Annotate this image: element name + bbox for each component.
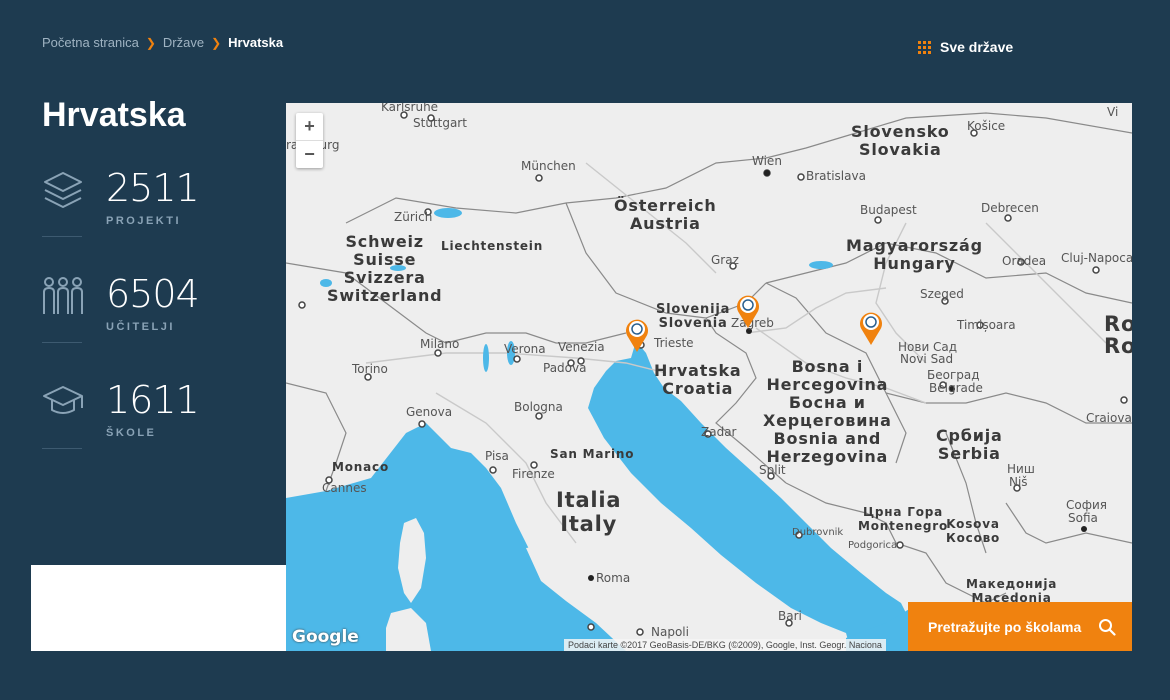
map-label-romania: Ro Ro: [1104, 312, 1132, 358]
map-city: Torino: [352, 362, 388, 376]
map-city: München: [521, 159, 576, 173]
stat-projects-value: 2511: [106, 166, 200, 210]
map-city: Szeged: [920, 287, 964, 301]
map-city: Napoli: [651, 625, 689, 639]
map-city: Roma: [596, 571, 631, 585]
breadcrumb-countries-link[interactable]: Države: [163, 35, 204, 50]
map-label-switzerland: Schweiz Suisse Svizzera Switzerland: [327, 232, 443, 305]
search-icon: [1099, 618, 1116, 636]
map-city: Bari: [778, 609, 802, 623]
stat-schools-value: 1611: [106, 378, 200, 422]
map-city: Pisa: [485, 449, 509, 463]
divider: [42, 236, 82, 237]
map-city: Cannes: [322, 481, 367, 495]
map-city: Craiova: [1086, 411, 1132, 425]
map-city: Timișoara: [957, 318, 1016, 332]
map-city: Dubrovnik: [792, 527, 844, 538]
all-countries-button[interactable]: Sve države: [918, 39, 1013, 55]
map-label-slovenia: Slovenija Slovenia: [656, 302, 731, 331]
map-label-austria: Österreich Austria: [614, 196, 717, 233]
map-city: София: [1066, 498, 1107, 512]
map-label-croatia: Hrvatska Croatia: [654, 361, 742, 398]
map-city: Ниш: [1007, 462, 1035, 476]
map-label-macedonia: Македонија Macedonia: [966, 577, 1058, 605]
map-city: Zürich: [394, 210, 433, 224]
map-city: Београд: [927, 368, 980, 382]
map-city: Wien: [752, 154, 782, 168]
map-city: Split: [759, 463, 786, 477]
map-city: Sofia: [1068, 511, 1098, 525]
all-countries-label: Sve države: [940, 39, 1014, 55]
stat-teachers-value: 6504: [106, 272, 200, 316]
map-label-hungary: Magyarország Hungary: [846, 236, 983, 273]
map-city: Milano: [420, 337, 460, 351]
stat-teachers-label: UČITELJI: [106, 321, 175, 333]
zoom-out-button[interactable]: −: [296, 140, 323, 168]
map-marker-icon[interactable]: [735, 293, 761, 329]
search-schools-label: Pretražujte po školama: [928, 618, 1082, 635]
map-label-san-marino: San Marino: [550, 447, 635, 461]
map[interactable]: Slovensko Slovakia Österreich Austria Schw…: [286, 103, 1132, 651]
map-label-bosnia: Bosna i Hercegovina Босна и Херцеговина Bosn…: [763, 357, 892, 466]
map-attribution[interactable]: Podaci karte ©2017 GeoBasis-DE/BKG (©200…: [564, 639, 886, 651]
map-city: Verona: [504, 342, 546, 356]
map-city: Debrecen: [981, 201, 1039, 215]
breadcrumb: Početna stranica ❯ Države ❯ Hrvatska: [42, 35, 283, 50]
map-city: Karlsruhe: [381, 103, 439, 114]
chevron-right-icon: ❯: [145, 35, 156, 50]
map-city: Novi Sad: [900, 352, 954, 366]
map-city: Trieste: [654, 336, 694, 350]
map-label-serbia: Србија Serbia: [936, 426, 1003, 463]
map-city: Vi: [1107, 105, 1119, 119]
map-label-slovakia: Slovensko Slovakia: [851, 122, 950, 159]
divider: [42, 448, 82, 449]
map-city: Budapest: [860, 203, 917, 217]
map-city: Belgrade: [929, 381, 983, 395]
zoom-controls: + −: [296, 113, 323, 168]
map-city: Padova: [543, 361, 587, 375]
divider: [42, 342, 82, 343]
white-panel: [31, 565, 286, 651]
map-marker-icon[interactable]: [624, 317, 650, 353]
map-city: Bologna: [514, 400, 563, 414]
map-city: Košice: [967, 119, 1006, 133]
map-label-italy: Italia Italy: [556, 488, 622, 536]
map-marker-icon[interactable]: [858, 310, 884, 346]
map-city: Oradea: [1002, 254, 1047, 268]
breadcrumb-home-link[interactable]: Početna stranica: [42, 35, 139, 50]
stat-schools-label: ŠKOLE: [106, 427, 157, 439]
layers-icon: [44, 172, 82, 208]
map-city: Stuttgart: [413, 116, 467, 130]
grid-icon: [918, 40, 931, 54]
graduation-cap-icon: [43, 386, 83, 414]
people-icon: [43, 277, 83, 314]
search-schools-button[interactable]: Pretražujte po školama: [908, 602, 1132, 651]
map-city: Zadar: [701, 425, 737, 439]
page-title: Hrvatska: [42, 96, 186, 134]
map-city: Genova: [406, 405, 453, 419]
map-city: Cluj-Napoca: [1061, 251, 1132, 265]
map-label-monaco: Monaco: [332, 460, 389, 474]
map-city: Podgorica: [848, 540, 898, 551]
map-city: Graz: [711, 253, 739, 267]
map-city: Venezia: [558, 340, 605, 354]
map-city: Niš: [1009, 475, 1028, 489]
map-city: Firenze: [512, 467, 555, 481]
map-label-liechtenstein: Liechtenstein: [441, 239, 544, 253]
map-city: Bratislava: [806, 169, 866, 183]
map-label-montenegro: Црна Гора Montenegro: [858, 505, 949, 533]
breadcrumb-current: Hrvatska: [228, 35, 284, 50]
google-logo[interactable]: Google: [292, 627, 359, 647]
zoom-in-button[interactable]: +: [296, 113, 323, 140]
stat-projects-label: PROJEKTI: [106, 215, 182, 227]
map-label-kosovo: Kosova Косово: [946, 517, 1001, 545]
chevron-right-icon: ❯: [211, 35, 222, 50]
